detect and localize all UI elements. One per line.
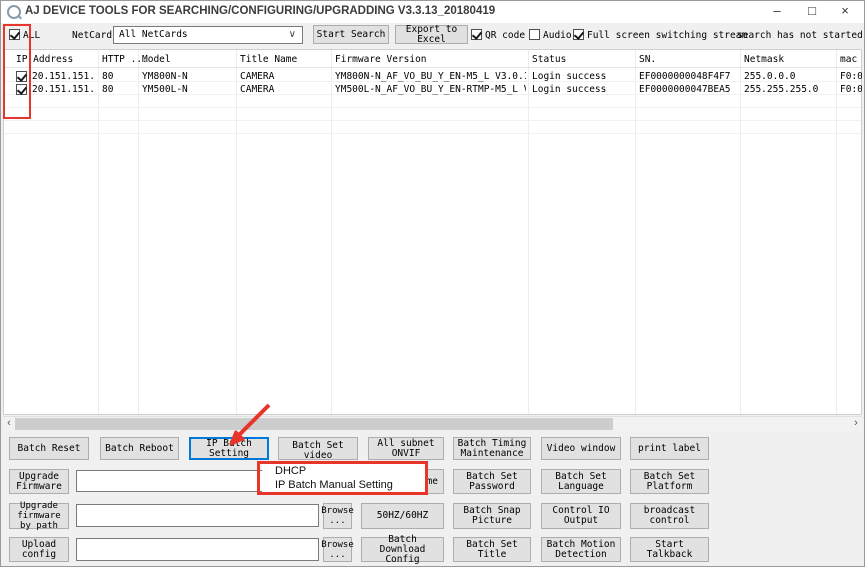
column-header-title-name[interactable]: Title Name (240, 54, 297, 65)
scrollbar-thumb[interactable] (15, 418, 613, 430)
menu-item-ip-batch-manual-setting[interactable]: IP Batch Manual Setting (262, 478, 425, 492)
cell-firmware: YM800N-N_AF_VO_BU_Y_EN-M5_L V3.0.1.12 bu… (335, 71, 526, 82)
column-header-firmware[interactable]: Firmware Version (335, 54, 427, 65)
upload-config-input[interactable] (76, 538, 319, 561)
cell-sn: EF0000000048F4F7 (639, 71, 738, 82)
column-divider (98, 50, 99, 414)
start-talkback-button[interactable]: Start Talkback (630, 537, 709, 562)
batch-set-language-button[interactable]: Batch Set Language (541, 469, 621, 494)
select-all-label: ALL (23, 30, 40, 41)
cell-mac: F0:0 (840, 71, 862, 82)
cell-model: YM500L-N (142, 84, 234, 95)
broadcast-control-button[interactable]: broadcast control (630, 503, 709, 529)
print-label-button[interactable]: print label (630, 437, 709, 460)
cell-sn: EF0000000047BEA5 (639, 84, 738, 95)
device-table: IP Address HTTP ... Model Title Name Fir… (3, 49, 862, 415)
upgrade-firmware-by-path-button[interactable]: Upgrade firmware by path (9, 503, 69, 529)
upload-config-button[interactable]: Upload config (9, 537, 69, 562)
column-divider (331, 50, 332, 414)
batch-set-video-button[interactable]: Batch Set video encoding mode (278, 437, 358, 460)
app-window: AJ DEVICE TOOLS FOR SEARCHING/CONFIGURIN… (0, 0, 865, 567)
export-to-excel-button[interactable]: Export to Excel (395, 25, 468, 44)
column-divider (740, 50, 741, 414)
column-divider (138, 50, 139, 414)
cell-status: Login success (532, 84, 633, 95)
cell-netmask: 255.0.0.0 (744, 71, 834, 82)
hz-50-60-button[interactable]: 50HZ/60HZ (361, 503, 444, 529)
video-window-button[interactable]: Video window (541, 437, 621, 460)
qr-code-checkbox[interactable] (471, 29, 482, 40)
column-divider (635, 50, 636, 414)
cell-netmask: 255.255.255.0 (744, 84, 834, 95)
batch-set-platform-button[interactable]: Batch Set Platform (630, 469, 709, 494)
cell-http: 80 (102, 71, 136, 82)
ip-batch-setting-popup-menu: DHCP IP Batch Manual Setting (262, 464, 425, 492)
all-subnet-onvif-button[interactable]: All subnet ONVIF (368, 437, 444, 460)
scroll-left-icon[interactable]: ‹ (3, 417, 15, 431)
row-checkbox[interactable] (16, 84, 27, 95)
title-bar: AJ DEVICE TOOLS FOR SEARCHING/CONFIGURIN… (1, 1, 864, 23)
column-header-model[interactable]: Model (142, 54, 171, 65)
column-header-ip[interactable]: IP Address (16, 54, 73, 65)
row-checkbox[interactable] (16, 71, 27, 82)
cell-status: Login success (532, 71, 633, 82)
batch-set-video-line1: Batch Set video (281, 441, 355, 460)
row-divider (4, 107, 861, 108)
column-divider (528, 50, 529, 414)
qr-code-label: QR code (485, 30, 525, 41)
column-header-sn[interactable]: SN. (639, 54, 656, 65)
batch-timing-maintenance-button[interactable]: Batch Timing Maintenance (453, 437, 531, 460)
audio-checkbox[interactable] (529, 29, 540, 40)
menu-item-dhcp[interactable]: DHCP (262, 464, 425, 478)
cell-title-name: CAMERA (240, 71, 329, 82)
fullscreen-stream-label: Full screen switching stream (587, 30, 747, 41)
column-header-netmask[interactable]: Netmask (744, 54, 784, 65)
maximize-button[interactable]: □ (795, 1, 829, 23)
scroll-right-icon[interactable]: › (850, 417, 862, 431)
batch-reboot-button[interactable]: Batch Reboot (100, 437, 179, 460)
netcard-selected-value: All NetCards (119, 29, 188, 40)
control-io-output-button[interactable]: Control IO Output (541, 503, 621, 529)
netcard-dropdown[interactable]: All NetCards ∨ (113, 26, 303, 44)
column-header-mac[interactable]: mac (840, 54, 857, 65)
netcard-label: NetCard (72, 30, 112, 41)
window-title: AJ DEVICE TOOLS FOR SEARCHING/CONFIGURIN… (25, 5, 495, 17)
start-search-button[interactable]: Start Search (313, 25, 389, 44)
horizontal-scrollbar[interactable]: ‹ › (3, 416, 862, 431)
column-divider (836, 50, 837, 414)
batch-motion-detection-button[interactable]: Batch Motion Detection (541, 537, 621, 562)
column-header-status[interactable]: Status (532, 54, 566, 65)
search-status-text: search has not started 2 (737, 30, 865, 41)
close-button[interactable]: × (828, 1, 862, 23)
minimize-button[interactable]: – (760, 1, 794, 23)
header-divider (4, 67, 861, 68)
cell-model: YM800N-N (142, 71, 234, 82)
upgrade-firmware-path-input[interactable] (76, 504, 319, 527)
app-icon (7, 5, 21, 19)
batch-snap-picture-button[interactable]: Batch Snap Picture (453, 503, 531, 529)
batch-download-config-button[interactable]: Batch Download Config (361, 537, 444, 562)
column-divider (236, 50, 237, 414)
cell-http: 80 (102, 84, 136, 95)
batch-reset-button[interactable]: Batch Reset (9, 437, 89, 460)
row-divider (4, 120, 861, 121)
batch-set-title-button[interactable]: Batch Set Title (453, 537, 531, 562)
cell-title-name: CAMERA (240, 84, 329, 95)
cell-ip[interactable]: 20.151.151.103 (32, 84, 96, 95)
browse-config-button[interactable]: Browse ... (323, 537, 352, 562)
chevron-down-icon: ∨ (289, 29, 296, 40)
fullscreen-stream-checkbox[interactable] (573, 29, 584, 40)
cell-firmware: YM500L-N_AF_VO_BU_Y_EN-RTMP-M5_L V3.0.2.… (335, 84, 526, 95)
select-all-checkbox[interactable] (9, 29, 20, 40)
cell-mac: F0:0 (840, 84, 862, 95)
upgrade-firmware-button[interactable]: Upgrade Firmware (9, 469, 69, 494)
browse-firmware-path-button[interactable]: Browse ... (323, 503, 352, 529)
column-header-http[interactable]: HTTP ... (102, 54, 148, 65)
audio-label: Audio (543, 30, 572, 41)
ip-batch-setting-button[interactable]: IP Batch Setting (189, 437, 269, 460)
row-divider (4, 133, 861, 134)
cell-ip[interactable]: 20.151.151.101 (32, 71, 96, 82)
batch-set-password-button[interactable]: Batch Set Password (453, 469, 531, 494)
